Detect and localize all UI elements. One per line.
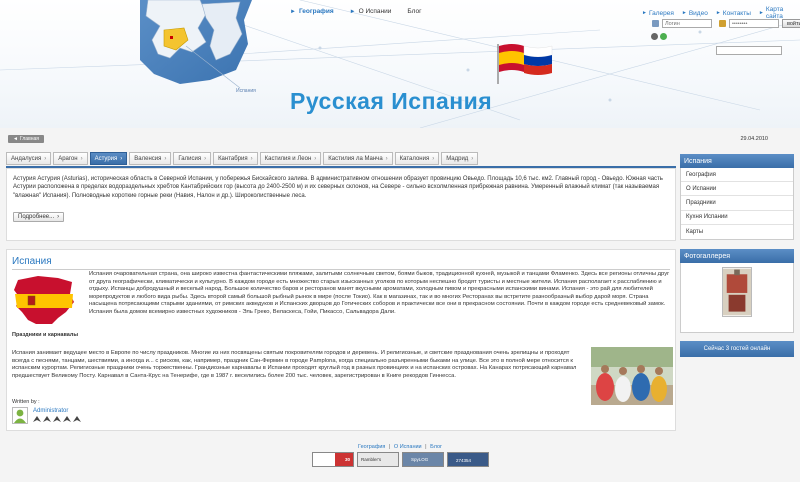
login-form: войти	[652, 19, 800, 28]
nav-item-about-spain[interactable]: ► О Испании	[344, 8, 402, 15]
chevron-right-icon: ›	[204, 155, 207, 162]
tab-cantabria[interactable]: Кантабрия ›	[213, 152, 258, 165]
chevron-right-icon: ›	[385, 155, 388, 162]
tab-asturias[interactable]: Астурия ›	[89, 152, 128, 165]
chevron-right-icon: ›	[80, 155, 83, 162]
sidebar-item-maps[interactable]: Карты	[681, 225, 793, 239]
chevron-right-icon: ›	[314, 155, 317, 162]
rating[interactable]	[33, 416, 81, 422]
login-button[interactable]: войти	[782, 19, 800, 28]
search-input[interactable]	[716, 46, 782, 55]
europe-map-graphic	[140, 0, 252, 89]
footer-link-geography[interactable]: География	[358, 444, 385, 450]
username-input[interactable]	[662, 19, 712, 28]
divider	[12, 269, 670, 270]
carnival-photo	[591, 347, 673, 405]
key-icon	[719, 20, 726, 27]
footer-link-blog[interactable]: Блог	[430, 444, 442, 450]
tab-castilla-la-mancha[interactable]: Кастилия ла Манча ›	[323, 152, 393, 165]
article-title[interactable]: Испания	[12, 256, 52, 267]
rambler-badge[interactable]: Rambler's	[357, 452, 399, 467]
article-paragraph-1: Испания очаровательная страна, она широк…	[89, 271, 670, 315]
spain-flag-map-image	[14, 276, 74, 324]
sidebar-menu-title: Испания	[680, 154, 794, 168]
article-panel: Испания Праздники и карнавалы Испания оч…	[6, 249, 676, 431]
author-avatar	[12, 407, 28, 424]
arrow-left-icon: ◄	[13, 136, 18, 142]
chevron-right-icon: ›	[471, 155, 474, 162]
written-by-label: Written by :	[12, 399, 40, 405]
tab-catalonia[interactable]: Каталония ›	[394, 152, 440, 165]
region-description: Астурия Астурия (Asturias), историческая…	[13, 176, 663, 199]
gallery-thumbnail[interactable]	[722, 267, 752, 317]
tab-madrid[interactable]: Мадрид ›	[441, 152, 479, 165]
register-icon[interactable]	[651, 33, 658, 40]
nav-item-blog[interactable]: Блог	[401, 8, 431, 15]
tab-andalusia[interactable]: Андалусия ›	[6, 152, 52, 165]
rating-star-icon[interactable]	[33, 416, 41, 422]
sidebar-item-cuisine[interactable]: Кухня Испании	[681, 211, 793, 225]
sidebar-item-geography[interactable]: География	[681, 168, 793, 183]
top-link-sitemap[interactable]: ► Карта сайта	[759, 6, 800, 20]
current-date: 29.04.2010	[740, 136, 768, 142]
chevron-right-icon: ›	[44, 155, 47, 162]
top-link-contacts[interactable]: ► Контакты	[716, 6, 751, 20]
footer-link-about-spain[interactable]: О Испании	[394, 444, 422, 450]
gallery-title: Фотогаллерея	[680, 249, 794, 263]
tab-castilla-leon[interactable]: Кастилия и Леон ›	[259, 152, 322, 165]
site-header: Испания ► География ► О Испании Блог ► Гале…	[0, 0, 800, 128]
top-link-video[interactable]: ► Видео	[682, 6, 708, 20]
nav-item-geography[interactable]: ► География	[284, 8, 344, 15]
top-links: ► Галерея ► Видео ► Контакты ► Карта сайта	[642, 6, 800, 20]
online-status: Сейчас 3 гостей онлайн	[680, 341, 794, 357]
region-panel: Астурия Астурия (Asturias), историческая…	[6, 168, 676, 241]
user-icon	[652, 20, 659, 27]
login-extra	[651, 33, 667, 40]
chevron-right-icon: ›	[57, 214, 60, 220]
chevron-right-icon: ›	[250, 155, 253, 162]
main-nav: ► География ► О Испании Блог	[284, 8, 431, 15]
sidebar-item-holidays[interactable]: Праздники	[681, 196, 793, 211]
article-paragraph-2: Испания занимает ведущее место в Европе …	[12, 350, 577, 379]
arrow-right-icon: ►	[758, 10, 764, 16]
arrow-right-icon: ►	[349, 8, 356, 15]
author-link[interactable]: Administrator	[33, 408, 68, 414]
rating-star-icon[interactable]	[63, 416, 71, 422]
arrow-right-icon: ►	[290, 8, 296, 15]
counter-badges: 30 Rambler's SpyLOG 274354	[312, 452, 489, 467]
map-caption: Испания	[236, 88, 256, 94]
counter-badge-1[interactable]: 30	[312, 452, 354, 467]
spylog-badge[interactable]: SpyLOG	[402, 452, 444, 467]
spain-russia-flag-graphic	[497, 44, 553, 84]
footer-links: География | О Испании | Блог	[357, 444, 443, 450]
breadcrumb: ◄ Главная 29.04.2010	[8, 133, 768, 145]
top-link-gallery[interactable]: ► Галерея	[642, 6, 674, 20]
go-icon[interactable]	[660, 33, 667, 40]
chevron-right-icon: ›	[164, 155, 167, 162]
site-title: Русская Испания	[290, 88, 493, 114]
chevron-right-icon: ›	[120, 155, 123, 162]
sidebar-menu: География О Испании Праздники Кухня Испа…	[680, 168, 794, 240]
tab-galicia[interactable]: Галисия ›	[173, 152, 212, 165]
article-subheading: Праздники и карнавалы	[12, 332, 79, 338]
region-tabs: Андалусия › Арагон › Астурия › Валенсия › Га…	[6, 152, 676, 166]
chevron-right-icon: ›	[432, 155, 435, 162]
tab-aragon[interactable]: Арагон ›	[53, 152, 88, 165]
arrow-right-icon: ►	[715, 10, 721, 16]
read-more-button[interactable]: Подробнее... ›	[13, 212, 65, 222]
arrow-right-icon: ►	[681, 10, 687, 16]
sidebar-item-about-spain[interactable]: О Испании	[681, 182, 793, 197]
password-input[interactable]	[729, 19, 779, 28]
rating-star-icon[interactable]	[53, 416, 61, 422]
gallery-box	[680, 263, 794, 333]
rating-star-icon[interactable]	[73, 416, 81, 422]
rating-star-icon[interactable]	[43, 416, 51, 422]
liveinternet-badge[interactable]: 274354	[447, 452, 489, 467]
home-button[interactable]: ◄ Главная	[8, 135, 44, 143]
arrow-right-icon: ►	[642, 10, 647, 16]
tab-valencia[interactable]: Валенсия ›	[129, 152, 172, 165]
